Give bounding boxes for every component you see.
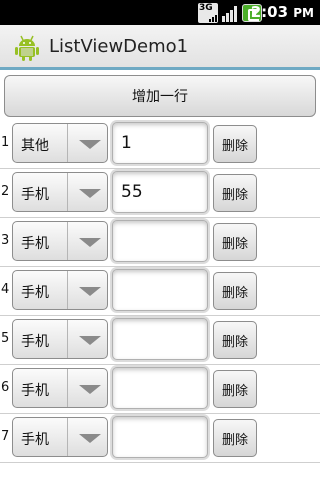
row-list: 1 其他 删除 2 手机 删除 3 手机 删除 <box>0 120 320 463</box>
add-row-button-label: 增加一行 <box>132 89 188 105</box>
dropdown-arrow-icon <box>79 287 101 296</box>
status-bar: 3G 2:03 PM <box>0 0 320 25</box>
title-bar: ListViewDemo1 <box>0 25 320 70</box>
delete-row-button[interactable]: 删除 <box>213 125 257 163</box>
spinner-divider <box>67 173 68 211</box>
list-row: 5 手机 删除 <box>0 316 320 365</box>
delete-row-button[interactable]: 删除 <box>213 174 257 212</box>
list-row: 3 手机 删除 <box>0 218 320 267</box>
row-index: 4 <box>1 282 10 297</box>
delete-row-button[interactable]: 删除 <box>213 419 257 457</box>
delete-button-label: 删除 <box>221 138 248 154</box>
list-row: 2 手机 删除 <box>0 169 320 218</box>
category-spinner[interactable]: 手机 <box>12 368 108 408</box>
3g-signal-icon: 3G <box>198 2 218 23</box>
dropdown-arrow-icon <box>79 189 101 198</box>
list-row: 7 手机 删除 <box>0 414 320 463</box>
category-spinner[interactable]: 手机 <box>12 319 108 359</box>
row-text-field[interactable] <box>112 318 208 360</box>
spinner-value: 手机 <box>21 187 49 203</box>
spinner-value: 其他 <box>21 138 49 154</box>
delete-button-label: 删除 <box>221 432 248 448</box>
list-row: 4 手机 删除 <box>0 267 320 316</box>
row-text-field[interactable] <box>112 220 208 262</box>
android-robot-icon <box>15 35 39 61</box>
dropdown-arrow-icon <box>79 238 101 247</box>
delete-row-button[interactable]: 删除 <box>213 223 257 261</box>
3g-bars <box>208 14 217 22</box>
delete-button-label: 删除 <box>221 285 248 301</box>
category-spinner[interactable]: 手机 <box>12 417 108 457</box>
add-row-button[interactable]: 增加一行 <box>4 75 316 117</box>
row-text-field[interactable] <box>112 171 208 213</box>
spinner-divider <box>67 222 68 260</box>
dropdown-arrow-icon <box>79 434 101 443</box>
network-type-label: 3G <box>199 2 213 13</box>
category-spinner[interactable]: 手机 <box>12 172 108 212</box>
spinner-value: 手机 <box>21 432 49 448</box>
app-title: ListViewDemo1 <box>49 36 189 57</box>
dropdown-arrow-icon <box>79 385 101 394</box>
spinner-value: 手机 <box>21 236 49 252</box>
row-text-field[interactable] <box>112 367 208 409</box>
spinner-divider <box>67 320 68 358</box>
row-index: 7 <box>1 429 10 444</box>
status-time-value: 2:03 <box>250 3 289 21</box>
spinner-value: 手机 <box>21 285 49 301</box>
status-time-suffix: PM <box>293 6 314 20</box>
delete-button-label: 删除 <box>221 383 248 399</box>
delete-button-label: 删除 <box>221 334 248 350</box>
list-row: 6 手机 删除 <box>0 365 320 414</box>
row-text-field[interactable] <box>112 122 208 164</box>
dropdown-arrow-icon <box>79 140 101 149</box>
spinner-divider <box>67 124 68 162</box>
dropdown-arrow-icon <box>79 336 101 345</box>
category-spinner[interactable]: 手机 <box>12 221 108 261</box>
signal-strength-icon <box>221 4 237 22</box>
row-index: 1 <box>1 135 10 150</box>
row-index: 3 <box>1 233 10 248</box>
delete-row-button[interactable]: 删除 <box>213 370 257 408</box>
delete-row-button[interactable]: 删除 <box>213 272 257 310</box>
row-text-field[interactable] <box>112 269 208 311</box>
delete-button-label: 删除 <box>221 236 248 252</box>
spinner-value: 手机 <box>21 334 49 350</box>
row-index: 6 <box>1 380 10 395</box>
category-spinner[interactable]: 手机 <box>12 270 108 310</box>
spinner-divider <box>67 418 68 456</box>
category-spinner[interactable]: 其他 <box>12 123 108 163</box>
spinner-value: 手机 <box>21 383 49 399</box>
list-row: 1 其他 删除 <box>0 120 320 169</box>
row-index: 5 <box>1 331 10 346</box>
row-index: 2 <box>1 184 10 199</box>
delete-button-label: 删除 <box>221 187 248 203</box>
spinner-divider <box>67 369 68 407</box>
status-time: 2:03 PM <box>251 3 314 21</box>
row-text-field[interactable] <box>112 416 208 458</box>
spinner-divider <box>67 271 68 309</box>
delete-row-button[interactable]: 删除 <box>213 321 257 359</box>
